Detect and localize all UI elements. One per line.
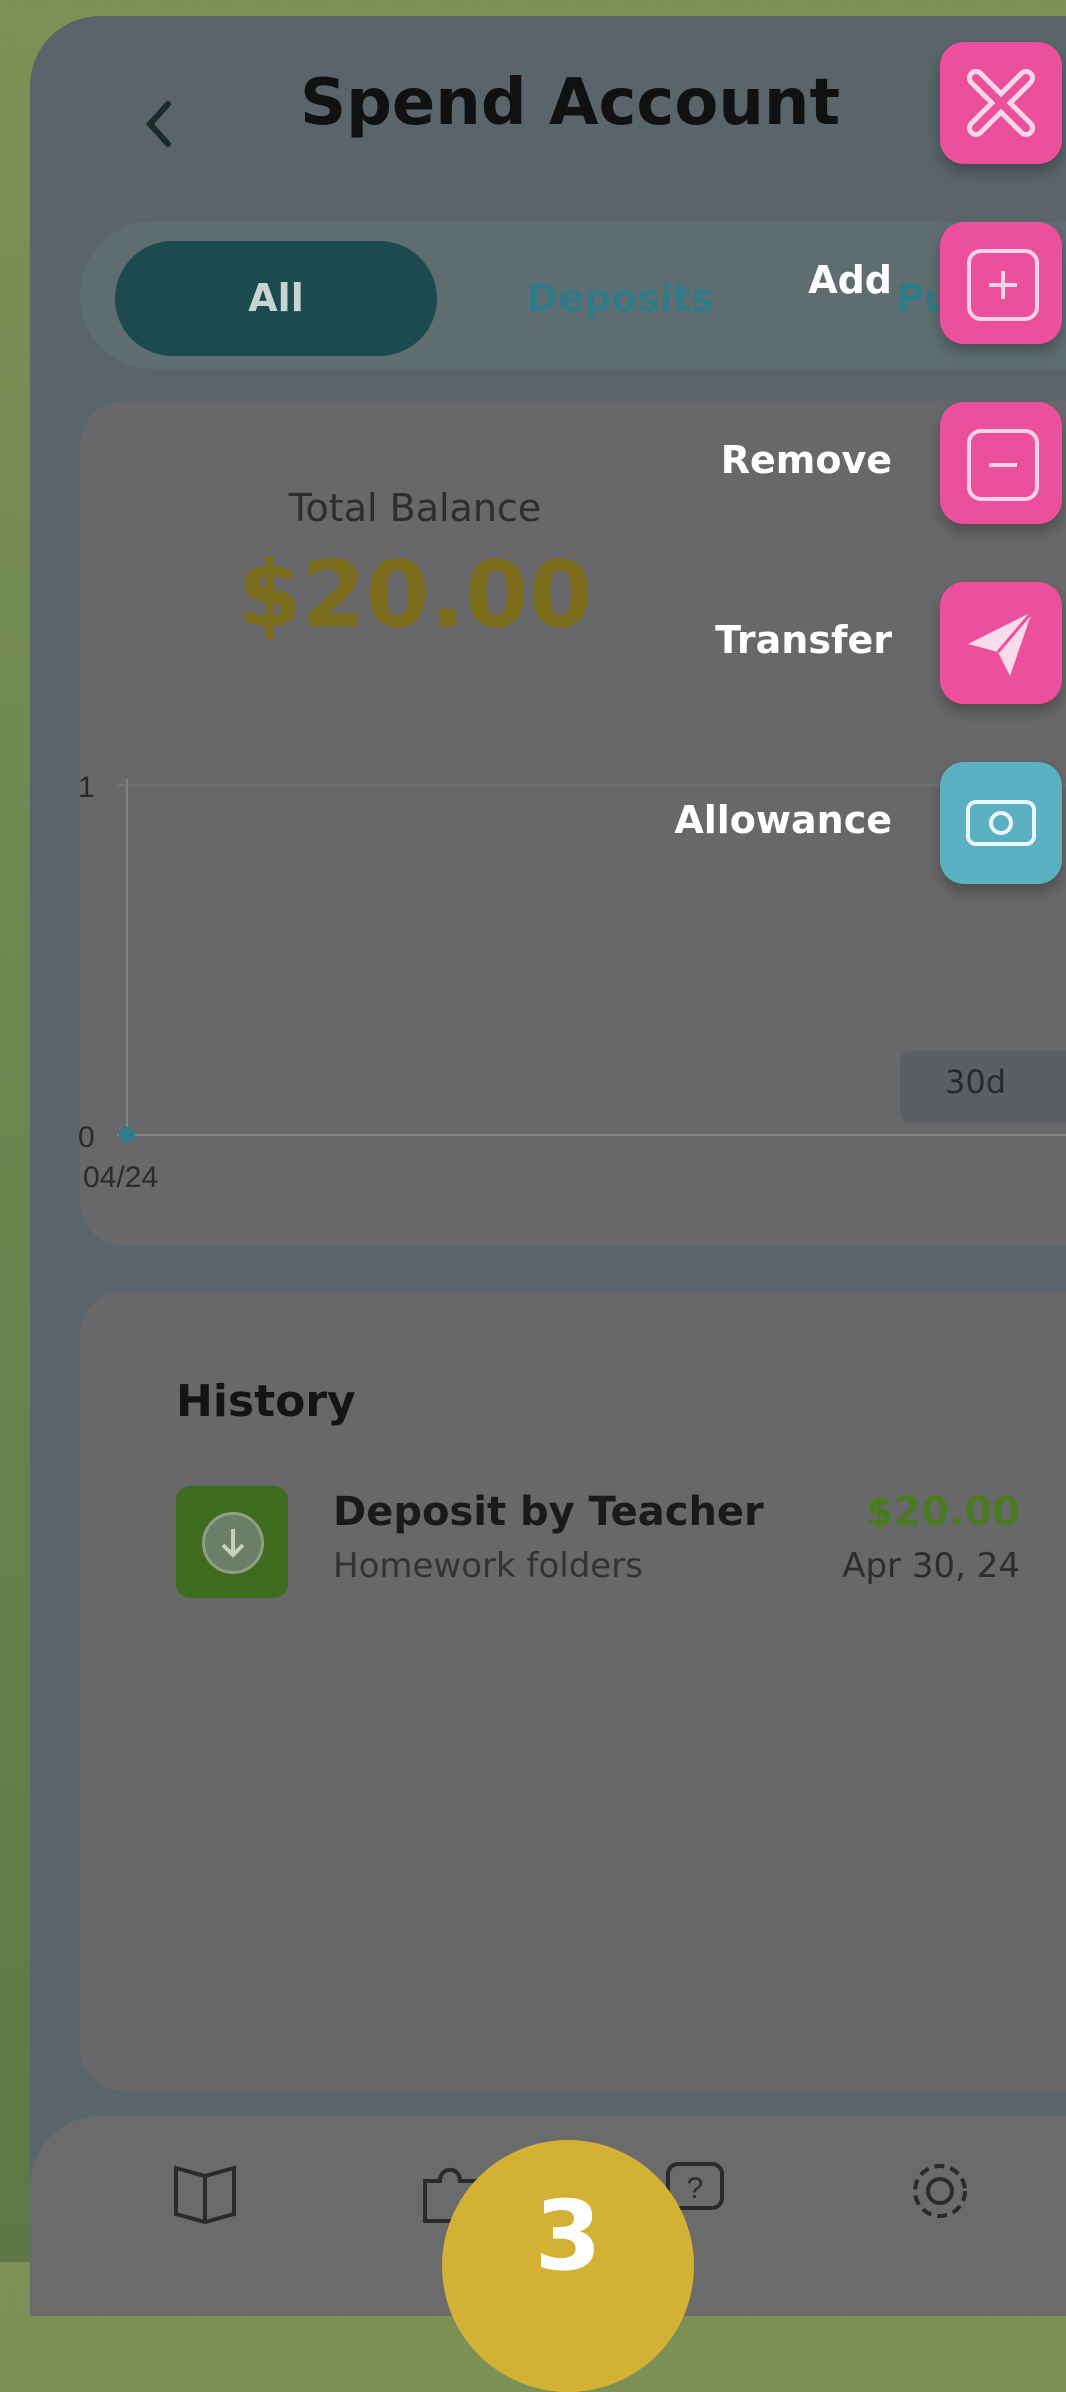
- history-card: History Deposit by Teacher Homework fold…: [80, 1291, 1066, 2091]
- remove-label: Remove: [720, 438, 892, 482]
- book-icon[interactable]: [170, 2156, 240, 2226]
- tab-all[interactable]: All: [115, 241, 437, 356]
- transaction-name: Deposit by Teacher: [333, 1489, 764, 1535]
- page-title: Spend Account: [299, 66, 841, 140]
- minus-icon: [967, 429, 1039, 501]
- y-tick-label: 0: [78, 1121, 95, 1154]
- notification-badge[interactable]: 3: [442, 2140, 694, 2392]
- gear-icon[interactable]: [905, 2156, 975, 2226]
- download-icon: [202, 1512, 264, 1574]
- data-point: [119, 1127, 135, 1143]
- x-tick-label: 04/24: [83, 1161, 158, 1194]
- send-icon: [968, 611, 1034, 676]
- cash-icon: [966, 800, 1036, 846]
- transaction-icon: [176, 1486, 288, 1598]
- add-label: Add: [808, 258, 892, 302]
- tab-bar: All Deposits Puzzle: [80, 221, 1066, 369]
- badge-count: 3: [534, 2180, 602, 2292]
- allowance-button[interactable]: [940, 762, 1062, 884]
- add-button[interactable]: [940, 222, 1062, 344]
- transaction-amount: $20.00: [865, 1489, 1020, 1535]
- total-balance-amount: $20.00: [237, 541, 593, 648]
- y-tick-label: 1: [78, 771, 95, 804]
- close-menu-button[interactable]: [940, 42, 1062, 164]
- close-icon: [967, 69, 1035, 137]
- transfer-button[interactable]: [940, 582, 1062, 704]
- remove-button[interactable]: [940, 402, 1062, 524]
- transaction-description: Homework folders: [333, 1546, 643, 1586]
- plus-icon: [967, 249, 1039, 321]
- transaction-date: Apr 30, 24: [842, 1546, 1020, 1586]
- total-balance-label: Total Balance: [288, 486, 542, 530]
- allowance-label: Allowance: [674, 798, 892, 842]
- balance-chart: 1 0 04/24: [78, 771, 1066, 1194]
- history-title: History: [176, 1376, 356, 1427]
- transfer-label: Transfer: [715, 618, 892, 662]
- tab-deposits[interactable]: Deposits: [470, 241, 770, 356]
